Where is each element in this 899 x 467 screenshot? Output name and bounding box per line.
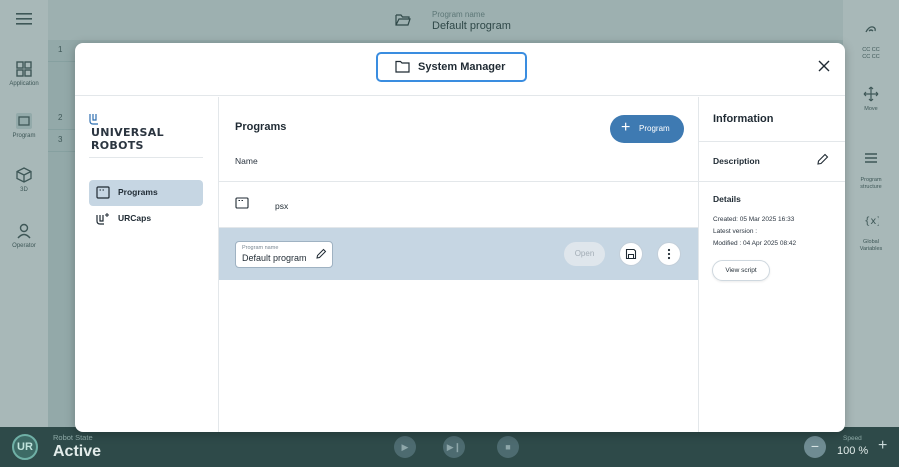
folder-icon <box>395 60 410 73</box>
folder-open-icon <box>395 14 411 26</box>
column-header-name[interactable]: Name <box>235 156 258 166</box>
rail-label: CC CC CC CC <box>862 47 880 60</box>
program-name-field[interactable]: Program name Default program <box>235 241 333 268</box>
nav-item-urcaps[interactable]: URCaps <box>89 206 203 232</box>
speed-value: 100 % <box>837 445 869 457</box>
list-icon <box>865 153 877 163</box>
program-name-label: Program name <box>432 10 485 19</box>
dialog-header: System Manager <box>75 43 845 96</box>
programs-panel: Programs + Program Name psx Program name… <box>219 97 698 432</box>
line-number: 1 <box>58 45 63 54</box>
pencil-icon[interactable] <box>315 248 327 260</box>
information-title: Information <box>713 113 774 125</box>
dialog-sidebar: UNIVERSAL ROBOTS Programs URCaps <box>75 97 219 432</box>
information-panel: Information Description Details Created:… <box>698 97 845 432</box>
speed-label: Speed <box>843 435 862 442</box>
description-label: Description <box>713 156 760 166</box>
plus-icon: + <box>621 119 631 136</box>
divider <box>699 181 845 182</box>
rail-item-3d[interactable]: 3D <box>0 166 48 193</box>
created-date: Created: 05 Mar 2025 16:33 <box>713 216 795 223</box>
program-name-field-label: Program name <box>242 245 279 251</box>
step-button[interactable]: ▶❙ <box>443 436 465 458</box>
rail-item-program[interactable]: Program <box>0 112 48 139</box>
program-name[interactable]: Default program <box>432 20 511 32</box>
details-label: Details <box>713 194 741 204</box>
kebab-menu-icon <box>667 248 671 260</box>
move-icon <box>863 86 879 102</box>
add-program-label: Program <box>639 124 670 133</box>
latest-version: Latest version : <box>713 228 758 235</box>
open-button[interactable]: Open <box>564 242 605 266</box>
stop-icon: ■ <box>505 442 511 452</box>
status-footer: UR Robot State Active ▶ ▶❙ ■ − Speed 100… <box>0 427 899 467</box>
line-number: 2 <box>58 113 63 122</box>
grid-icon <box>16 61 32 77</box>
rail-label: Program structure <box>860 177 882 190</box>
program-icon <box>16 113 32 129</box>
variables-icon: {x} <box>864 216 879 227</box>
more-options-button[interactable] <box>657 242 681 266</box>
pencil-icon[interactable] <box>816 153 829 166</box>
play-icon: ▶ <box>401 442 409 452</box>
robot-state-badge[interactable]: UR <box>12 434 38 460</box>
program-row[interactable]: psx <box>219 182 698 228</box>
dialog-title: System Manager <box>418 61 506 73</box>
left-rail: Application Program 3D Operator <box>0 0 48 427</box>
person-icon <box>17 223 31 239</box>
nav-label: URCaps <box>118 213 152 223</box>
divider <box>89 157 203 158</box>
robot-state-value: Active <box>53 443 102 460</box>
rail-label: 3D <box>20 187 28 193</box>
program-header: Program name Default program <box>48 0 843 40</box>
robot-state-label: Robot State <box>53 433 93 442</box>
svg-text:{x}: {x} <box>864 216 879 227</box>
speed-decrease-button[interactable]: − <box>804 436 826 458</box>
hamburger-menu-icon[interactable] <box>16 12 32 25</box>
programs-title: Programs <box>235 121 287 133</box>
selected-program-row[interactable]: Program name Default program Open <box>219 228 698 280</box>
rail-item-application[interactable]: Application <box>0 60 48 87</box>
stop-button[interactable]: ■ <box>497 436 519 458</box>
rail-item-hand[interactable] <box>843 22 899 42</box>
hand-icon <box>865 26 876 33</box>
rail-item-move[interactable]: Move <box>843 86 899 113</box>
save-icon <box>625 248 637 260</box>
right-rail: CC CC CC CC Move Program structure {x} G… <box>843 0 899 427</box>
rail-label: Global Variables <box>859 239 883 252</box>
rail-item-program-structure[interactable]: Program structure <box>843 143 899 191</box>
line-number: 3 <box>58 135 63 144</box>
brand-name: UNIVERSAL ROBOTS <box>91 126 164 152</box>
add-program-button[interactable]: + Program <box>610 115 684 143</box>
program-icon <box>96 186 110 199</box>
program-name-field-value: Default program <box>242 253 307 263</box>
modified-date: Modified : 04 Apr 2025 08:42 <box>713 240 797 247</box>
play-button[interactable]: ▶ <box>394 436 416 458</box>
rail-label: Operator <box>12 243 36 249</box>
close-icon[interactable] <box>817 59 831 73</box>
rail-label: Program <box>12 133 36 139</box>
save-button[interactable] <box>619 242 643 266</box>
rail-label: Move <box>864 106 878 112</box>
view-script-button[interactable]: View script <box>712 260 770 281</box>
nav-item-programs[interactable]: Programs <box>89 180 203 206</box>
speed-increase-button[interactable]: + <box>878 437 887 455</box>
system-manager-dialog: System Manager UNIVERSAL ROBOTS Programs… <box>75 43 845 432</box>
ur-logo-icon <box>89 114 98 125</box>
rail-item-operator[interactable]: Operator <box>0 222 48 249</box>
rail-item-global-variables[interactable]: {x} Global Variables <box>843 205 899 253</box>
cube-icon <box>16 167 32 183</box>
urcaps-icon <box>96 213 109 225</box>
divider <box>699 141 845 142</box>
program-file-icon <box>235 197 249 209</box>
step-icon: ▶❙ <box>446 442 462 452</box>
rail-label: Application <box>9 81 39 87</box>
program-file-name: psx <box>275 201 289 211</box>
brand-logo: UNIVERSAL ROBOTS <box>89 113 205 152</box>
nav-label: Programs <box>118 187 158 197</box>
dialog-title-box: System Manager <box>376 52 527 82</box>
